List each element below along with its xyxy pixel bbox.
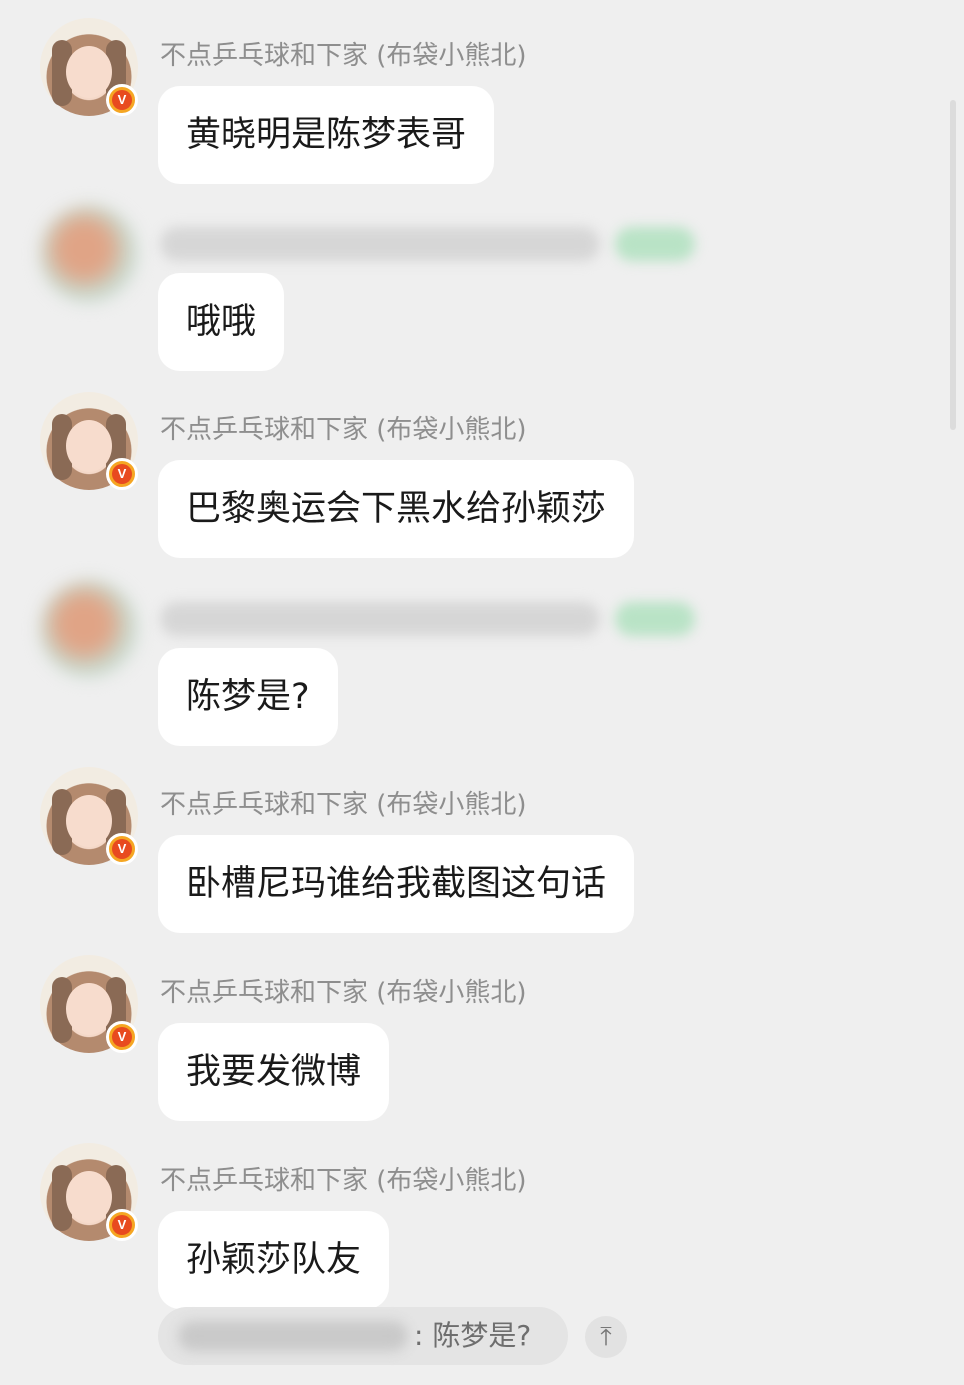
reply-preview[interactable]: : 陈梦是? [158, 1307, 568, 1365]
reply-preview-text: : 陈梦是? [414, 1319, 532, 1352]
sender-name[interactable]: 不点乒乓球和下家 (布袋小熊北) [160, 412, 527, 448]
avatar[interactable] [40, 580, 138, 678]
arrow-up-to-top-icon: ⤒ [600, 1322, 612, 1352]
reply-sender-redacted [178, 1321, 408, 1351]
sender-name[interactable]: 不点乒乓球和下家 (布袋小熊北) [160, 1163, 527, 1199]
scroll-top-button[interactable]: ⤒ [585, 1316, 627, 1358]
verified-badge-letter: V [112, 464, 132, 484]
message-bubble[interactable]: 卧槽尼玛谁给我截图这句话 [158, 835, 635, 933]
sender-name[interactable]: 不点乒乓球和下家 (布袋小熊北) [160, 975, 527, 1011]
sender-name-redacted [160, 227, 600, 261]
avatar[interactable] [40, 205, 138, 303]
message-bubble[interactable]: 巴黎奥运会下黑水给孙颖莎 [158, 460, 635, 558]
sender-tag-redacted [615, 227, 695, 261]
message-bubble[interactable]: 我要发微博 [158, 1023, 390, 1121]
verified-badge-icon: V [106, 84, 138, 116]
message-bubble[interactable]: 孙颖莎队友 [158, 1211, 390, 1309]
verified-badge-icon: V [106, 1209, 138, 1241]
verified-badge-letter: V [112, 1215, 132, 1235]
message-bubble[interactable]: 哦哦 [158, 273, 285, 371]
sender-name[interactable]: 不点乒乓球和下家 (布袋小熊北) [160, 38, 527, 74]
verified-badge-letter: V [112, 839, 132, 859]
scrollbar[interactable] [950, 100, 956, 430]
verified-badge-icon: V [106, 833, 138, 865]
message-bubble[interactable]: 黄晓明是陈梦表哥 [158, 86, 495, 184]
message-bubble[interactable]: 陈梦是? [158, 648, 338, 746]
verified-badge-icon: V [106, 1021, 138, 1053]
verified-badge-letter: V [112, 90, 132, 110]
sender-name[interactable]: 不点乒乓球和下家 (布袋小熊北) [160, 787, 527, 823]
verified-badge-icon: V [106, 458, 138, 490]
chat-view: V 不点乒乓球和下家 (布袋小熊北) 黄晓明是陈梦表哥 哦哦 V 不点乒乓球和下家 (布袋… [0, 0, 964, 1385]
sender-name-redacted [160, 602, 600, 636]
verified-badge-letter: V [112, 1027, 132, 1047]
sender-tag-redacted [615, 602, 695, 636]
